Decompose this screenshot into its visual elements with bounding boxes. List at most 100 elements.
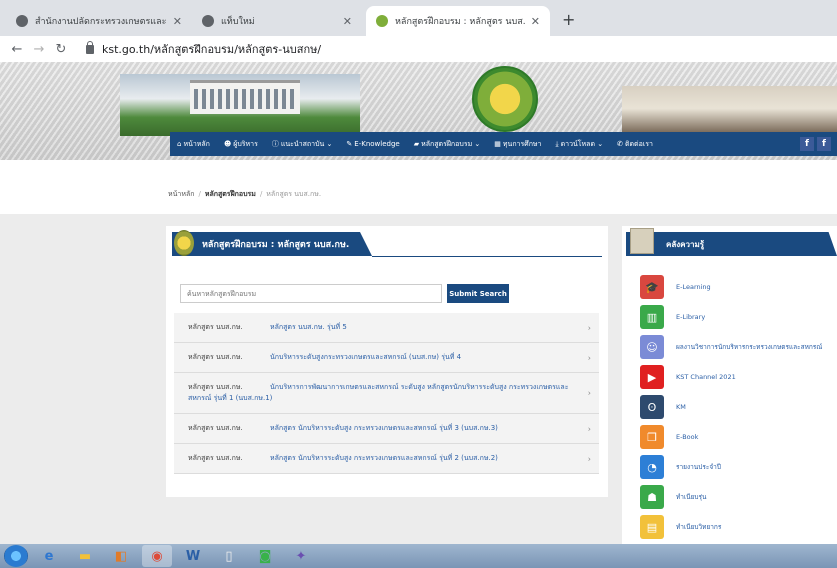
breadcrumb-home[interactable]: หน้าหลัก	[168, 190, 194, 198]
sidebar-item-label: รายงานประจำปี	[676, 463, 721, 471]
building-icon: ▦	[494, 139, 501, 148]
sidebar-item-lecturers[interactable]: ▤ ทำเนียบวิทยากร	[640, 512, 837, 542]
course-link[interactable]: หลักสูตร นักบริหารระดับสูง กระทรวงเกษตรแ…	[270, 424, 498, 432]
course-category: หลักสูตร นบส.กษ.	[188, 424, 243, 432]
tab-course[interactable]: หลักสูตรฝึกอบรม : หลักสูตร นบส.ก ✕	[366, 6, 550, 36]
word-icon[interactable]: W	[178, 545, 208, 567]
sidebar-item-label: E-Book	[676, 433, 699, 441]
document-icon[interactable]: ▯	[214, 545, 244, 567]
file-explorer-icon[interactable]: ▬	[70, 545, 100, 567]
app-icon[interactable]: ✦	[286, 545, 316, 567]
tab-new[interactable]: แท็บใหม่ ✕	[192, 6, 362, 36]
page-title: หลักสูตรฝึกอบรม : หลักสูตร นบส.กษ.	[202, 240, 350, 250]
tab-title: สำนักงานปลัดกระทรวงเกษตรและ	[35, 17, 167, 27]
book-icon	[630, 228, 654, 254]
nav-executives[interactable]: ☻ ผู้บริหาร	[217, 139, 265, 150]
chrome-icon[interactable]: ◉	[142, 545, 172, 567]
chevron-right-icon: ›	[587, 353, 591, 362]
nav-home[interactable]: ⌂ หน้าหลัก	[170, 139, 217, 150]
sidebar-item-elearning[interactable]: 🎓 E-Learning	[640, 272, 837, 302]
sidebar-item-elibrary[interactable]: ▥ E-Library	[640, 302, 837, 332]
chevron-right-icon: ›	[587, 424, 591, 433]
sidebar-item-label: ทำเนียบวิทยากร	[676, 523, 722, 531]
list-item[interactable]: หลักสูตร นบส.กษ. นักบริหารระดับสูงกระทรวง…	[174, 343, 599, 373]
sidebar-item-annual-report[interactable]: ◔ รายงานประจำปี	[640, 452, 837, 482]
sidebar-item-channel[interactable]: ▶ KST Channel 2021	[640, 362, 837, 392]
chevron-right-icon: ›	[587, 454, 591, 463]
sidebar-title: คลังความรู้	[666, 239, 705, 249]
course-link[interactable]: นักบริหารระดับสูงกระทรวงเกษตรและสหกรณ์ (…	[270, 353, 461, 361]
facebook-icon[interactable]: f	[800, 137, 814, 151]
home-icon: ⌂	[177, 139, 182, 148]
folder-icon: ▰	[413, 139, 420, 148]
course-link[interactable]: หลักสูตร นักบริหารระดับสูง กระทรวงเกษตรแ…	[270, 454, 498, 462]
list-item[interactable]: หลักสูตร นบส.กษ. หลักสูตร นักบริหารระดับส…	[174, 444, 599, 474]
nav-courses[interactable]: ▰ หลักสูตรฝึกอบรม ⌄	[407, 139, 488, 150]
library-icon: ▥	[640, 305, 664, 329]
nav-scholarships[interactable]: ▦ ทุนการศึกษา	[487, 139, 548, 150]
sidebar-item-label: ผลงานวิชาการนักบริหารกระทรวงเกษตรและสหกร…	[676, 343, 823, 351]
close-icon[interactable]: ✕	[343, 15, 352, 28]
line-icon[interactable]: ◙	[250, 545, 280, 567]
nav-eknowledge[interactable]: ✎ E-Knowledge	[339, 140, 406, 148]
chevron-right-icon: ›	[587, 323, 591, 332]
directory-icon: ▤	[640, 515, 664, 539]
group-icon: ☗	[640, 485, 664, 509]
list-item[interactable]: หลักสูตร นบส.กษ. นักบริหารการพัฒนาการเกษต…	[174, 373, 599, 414]
course-category: หลักสูตร นบส.กษ.	[188, 323, 243, 331]
course-category: หลักสูตร นบส.กษ.	[188, 383, 243, 391]
nav-contact[interactable]: ✆ ติดต่อเรา	[610, 139, 660, 150]
header-meeting-photo	[622, 86, 837, 136]
youtube-icon: ▶	[640, 365, 664, 389]
site-logo[interactable]	[472, 66, 538, 132]
url-field[interactable]: kst.go.th/หลักสูตรฝึกอบรม/หลักสูตร-นบสกษ…	[86, 40, 321, 58]
sidebar-item-label: E-Library	[676, 313, 706, 321]
sidebar-item-alumni[interactable]: ☗ ทำเนียบรุ่น	[640, 482, 837, 512]
title-underline	[372, 256, 602, 257]
people-photo-icon: ☺	[640, 335, 664, 359]
tab-favicon-icon	[16, 15, 28, 27]
breadcrumb-section[interactable]: หลักสูตรฝึกอบรม	[205, 190, 256, 198]
course-link[interactable]: หลักสูตร นบส.กษ. รุ่นที่ 5	[270, 323, 347, 331]
ebook-icon: ❐	[640, 425, 664, 449]
outlook-icon[interactable]: ◧	[106, 545, 136, 567]
list-item[interactable]: หลักสูตร นบส.กษ. หลักสูตร นักบริหารระดับส…	[174, 414, 599, 444]
search-input[interactable]	[180, 284, 442, 303]
forward-arrow-icon[interactable]: →	[28, 42, 50, 57]
browser-tabstrip: สำนักงานปลัดกระทรวงเกษตรและ ✕ แท็บใหม่ ✕…	[0, 0, 837, 36]
list-item[interactable]: หลักสูตร นบส.กษ. หลักสูตร นบส.กษ. รุ่นที่…	[174, 313, 599, 343]
social-links: f f	[800, 137, 831, 151]
breadcrumb-strip: หน้าหลัก / หลักสูตรฝึกอบรม / หลักสูตร นบส.กษ…	[0, 160, 837, 214]
new-tab-button[interactable]: +	[562, 10, 575, 29]
course-panel: หลักสูตรฝึกอบรม : หลักสูตร นบส.กษ. Submi…	[166, 226, 608, 497]
tab-favicon-icon	[376, 15, 388, 27]
close-icon[interactable]: ✕	[173, 15, 182, 28]
sidebar-item-academic-works[interactable]: ☺ ผลงานวิชาการนักบริหารกระทรวงเกษตรและสห…	[640, 332, 837, 362]
graduation-cap-icon: 🎓	[640, 275, 664, 299]
tab-ministry[interactable]: สำนักงานปลัดกระทรวงเกษตรและ ✕	[6, 6, 192, 36]
sidebar-item-label: KM	[676, 403, 686, 411]
header-building-photo	[120, 74, 360, 136]
facebook-icon[interactable]: f	[817, 137, 831, 151]
nav-downloads[interactable]: ⤓ ดาวน์โหลด ⌄	[548, 139, 610, 150]
tab-title: หลักสูตรฝึกอบรม : หลักสูตร นบส.ก	[395, 17, 525, 27]
nav-about[interactable]: ⓘ แนะนำสถาบัน ⌄	[265, 139, 340, 150]
page-title-bar: หลักสูตรฝึกอบรม : หลักสูตร นบส.กษ.	[172, 232, 372, 256]
sidebar-item-km[interactable]: ʘ KM	[640, 392, 837, 422]
info-icon: ⓘ	[271, 139, 279, 148]
people-icon: ☻	[223, 139, 232, 148]
pie-chart-icon: ◔	[640, 455, 664, 479]
submit-search-button[interactable]: Submit Search	[447, 284, 509, 303]
lock-icon	[86, 40, 94, 54]
sidebar-item-ebook[interactable]: ❐ E-Book	[640, 422, 837, 452]
sidebar-item-label: KST Channel 2021	[676, 373, 736, 381]
back-arrow-icon[interactable]: ←	[6, 42, 28, 57]
breadcrumb: หน้าหลัก / หลักสูตรฝึกอบรม / หลักสูตร นบส.กษ…	[168, 190, 322, 198]
reload-icon[interactable]: ↻	[50, 42, 72, 57]
sidebar-title-bar: คลังความรู้	[626, 232, 837, 256]
internet-explorer-icon[interactable]: e	[34, 545, 64, 567]
km-icon: ʘ	[640, 395, 664, 419]
close-icon[interactable]: ✕	[531, 15, 540, 28]
start-button[interactable]	[4, 545, 28, 567]
pencil-icon: ✎	[346, 140, 353, 148]
